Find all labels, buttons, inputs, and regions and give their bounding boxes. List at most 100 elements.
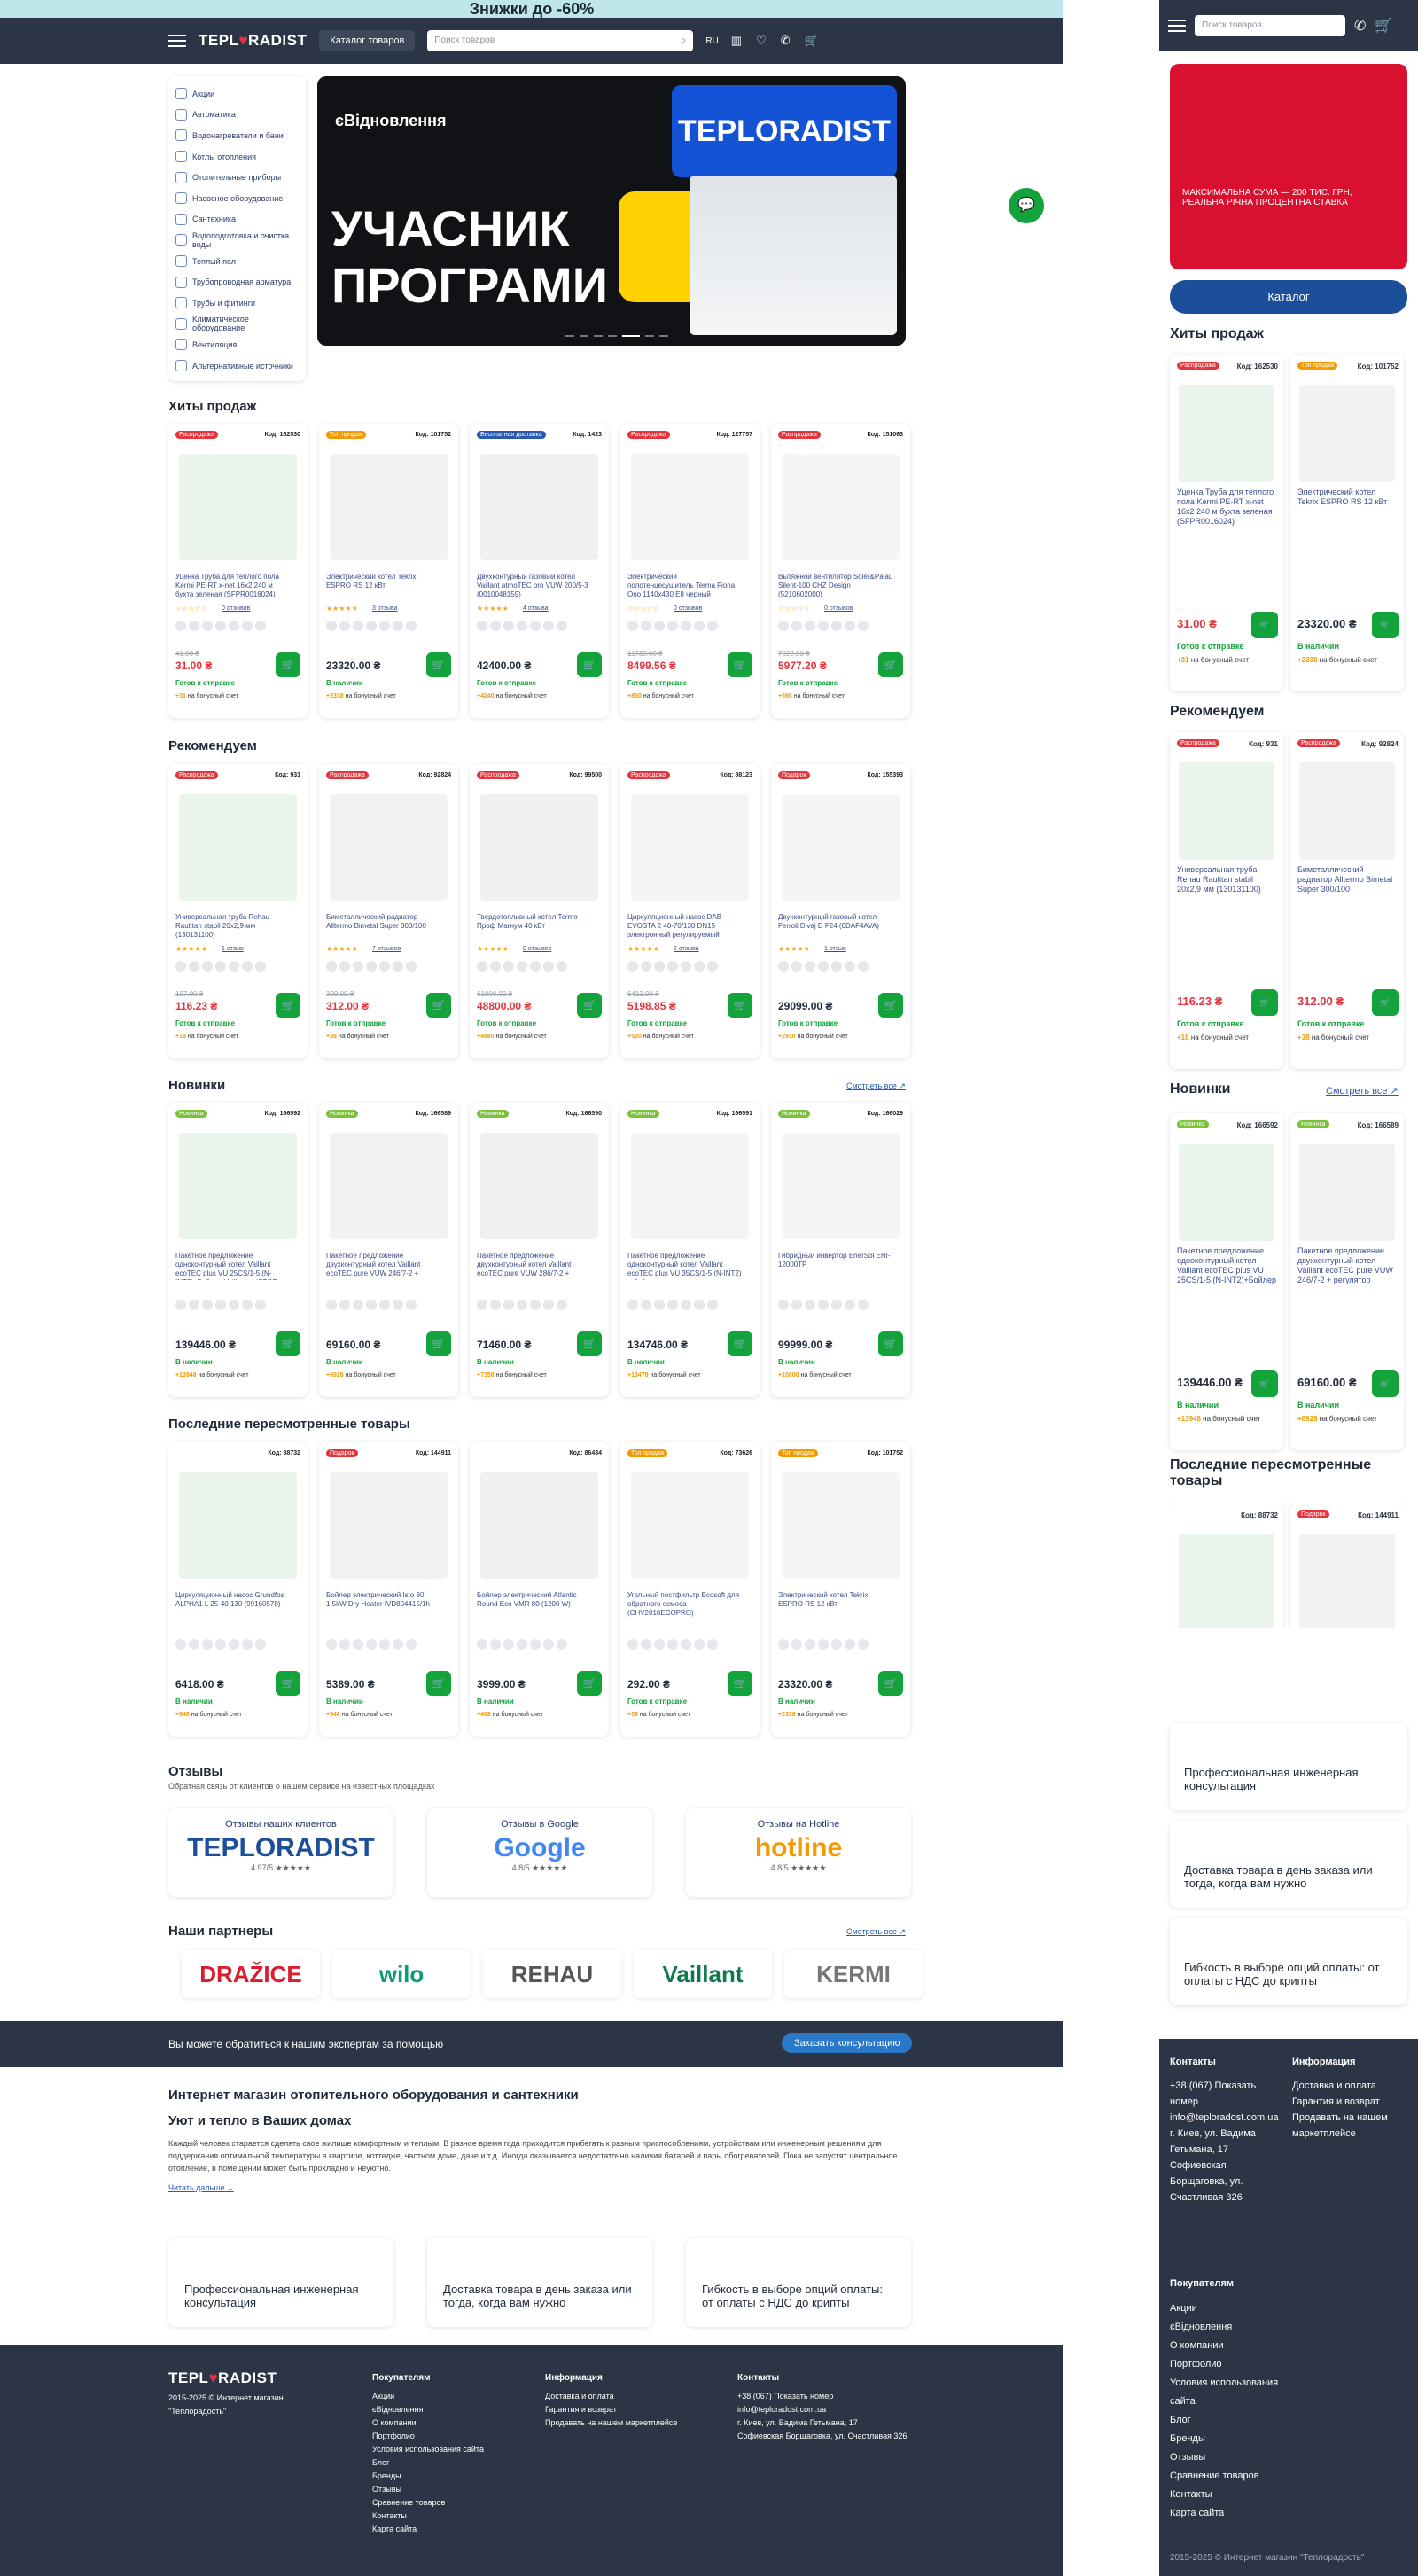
add-to-cart-button[interactable]: 🛒 xyxy=(426,1671,451,1696)
product-image[interactable] xyxy=(330,1133,448,1239)
add-to-cart-button[interactable]: 🛒 xyxy=(728,993,752,1018)
product-image[interactable] xyxy=(1299,1144,1395,1241)
product-name[interactable]: Пакетное предложение одноконтурный котел… xyxy=(627,1252,743,1280)
add-to-cart-button[interactable]: 🛒 xyxy=(577,1331,602,1356)
product-image[interactable] xyxy=(1299,385,1395,482)
product-image[interactable] xyxy=(330,794,448,901)
product-card[interactable]: Подарок Код: 155393 Двухконтурный газовый … xyxy=(771,764,910,1058)
product-name[interactable]: Пакетное предложение одноконтурный котел… xyxy=(1177,1246,1276,1285)
product-name[interactable]: Бойлер электрический Atlantic Round Eco … xyxy=(477,1591,592,1620)
reviews-link[interactable]: 1 отзыв xyxy=(824,946,846,952)
product-name[interactable]: Двухконтурный газовый котел Vaillant atm… xyxy=(477,573,592,601)
footer-contact[interactable]: info@teploradost.com.ua xyxy=(1170,2110,1278,2126)
add-to-cart-button[interactable]: 🛒 xyxy=(878,1331,903,1356)
footer-link[interactable]: Сравнение товаров xyxy=(1170,2467,1294,2486)
add-to-cart-button[interactable]: 🛒 xyxy=(878,1671,903,1696)
product-image[interactable] xyxy=(480,1472,598,1579)
search-icon[interactable]: ⌕ xyxy=(681,34,687,47)
product-name[interactable]: Уценка Труба для теплого пола Kermi PE-R… xyxy=(175,573,291,601)
mobile-search-input[interactable]: Поиск товаров xyxy=(1195,15,1345,36)
footer-link[interactable]: Гарантия и возврат xyxy=(1292,2094,1407,2110)
phone-icon[interactable]: ✆ xyxy=(1354,17,1366,35)
product-image[interactable] xyxy=(782,1133,900,1239)
product-image[interactable] xyxy=(1179,1534,1274,1628)
product-name[interactable]: Твердотопливный котел Termo Проф Магнум … xyxy=(477,913,592,941)
read-more-link[interactable]: Читать дальше ⌄ xyxy=(168,2183,904,2193)
product-name[interactable]: Циркуляционный насос DAB EVOSTA 2 40-70/… xyxy=(627,913,743,941)
product-image[interactable] xyxy=(782,1472,900,1579)
footer-contact[interactable]: г. Киев, ул. Вадима Гетьмана, 17 xyxy=(1170,2126,1267,2158)
sidebar-item[interactable]: Отопительные приборы xyxy=(175,167,299,188)
reviews-link[interactable]: 0 отзывов xyxy=(222,605,250,612)
footer-link[interactable]: Условия использования сайта xyxy=(372,2443,484,2456)
product-card[interactable]: Топ продаж Код: 101752 Электрический котел… xyxy=(771,1442,910,1737)
sidebar-item[interactable]: Трубы и фитинги xyxy=(175,293,299,314)
reviews-link[interactable]: 0 отзывов xyxy=(824,605,853,612)
product-card[interactable]: ПодарокКод: 144911Бойлер электрический I… xyxy=(319,1442,458,1737)
add-to-cart-button[interactable]: 🛒 xyxy=(1251,1370,1278,1397)
footer-contact[interactable]: Софиевская Борщаговка, ул. Счастливая 32… xyxy=(737,2430,907,2443)
add-to-cart-button[interactable]: 🛒 xyxy=(426,652,451,677)
product-image[interactable] xyxy=(631,454,749,560)
product-card[interactable]: Распродажа Код: 88123 Циркуляционный насос… xyxy=(620,764,760,1058)
partner-logo[interactable]: REHAU xyxy=(483,1950,621,1998)
add-to-cart-button[interactable]: 🛒 xyxy=(878,652,903,677)
sidebar-item[interactable]: Климатическое оборудование xyxy=(175,314,299,335)
product-image[interactable] xyxy=(631,1472,749,1579)
add-to-cart-button[interactable]: 🛒 xyxy=(426,1331,451,1356)
footer-link[interactable]: Акции xyxy=(1170,2299,1294,2318)
footer-link[interactable]: Блог xyxy=(372,2456,484,2470)
footer-contact[interactable]: Софиевская Борщаговка, ул. Счастливая 32… xyxy=(1170,2158,1267,2205)
footer-link[interactable]: Доставка и оплата xyxy=(1292,2078,1407,2094)
product-image[interactable] xyxy=(782,454,900,560)
footer-link[interactable]: Акции xyxy=(372,2390,484,2403)
add-to-cart-button[interactable]: 🛒 xyxy=(1372,612,1399,638)
product-image[interactable] xyxy=(330,1472,448,1579)
review-card[interactable]: Отзывы в Google Google 4.8/5 ★★★★★ xyxy=(427,1808,652,1897)
footer-link[interactable]: Отзывы xyxy=(372,2483,484,2496)
footer-link[interactable]: Портфолио xyxy=(372,2430,484,2443)
sidebar-item[interactable]: Автоматика xyxy=(175,105,299,126)
partner-logo[interactable]: wilo xyxy=(332,1950,471,1998)
product-image[interactable] xyxy=(631,794,749,901)
promo-banner[interactable]: Знижки до -60% xyxy=(0,0,1064,18)
product-card[interactable]: Распродажа Код: 151063 Вытяжной вентилятор… xyxy=(771,424,910,718)
add-to-cart-button[interactable]: 🛒 xyxy=(577,1671,602,1696)
reviews-link[interactable]: 4 отзыва xyxy=(523,605,549,612)
product-name[interactable]: Биметаллический радиатор Alltermo Bimeta… xyxy=(326,913,441,941)
cart-icon[interactable]: 🛒 xyxy=(1375,17,1392,35)
product-image[interactable] xyxy=(330,454,448,560)
sidebar-item[interactable]: Теплый пол xyxy=(175,251,299,272)
product-card[interactable]: Распродажа Код: 931 Универсальная труба Re… xyxy=(168,764,308,1058)
compare-icon[interactable]: ▥ xyxy=(731,34,742,48)
chat-icon[interactable]: 💬 xyxy=(1009,188,1044,223)
footer-contact[interactable]: info@teploradost.com.ua xyxy=(737,2403,907,2416)
product-card[interactable]: Распродажа Код: 127757 Электрический полот… xyxy=(620,424,760,718)
product-image[interactable] xyxy=(631,1133,749,1239)
footer-link[interactable]: Доставка и оплата xyxy=(545,2390,677,2403)
footer-link[interactable]: Блог xyxy=(1170,2411,1294,2430)
product-name[interactable]: Уценка Труба для теплого пола Kermi PE-R… xyxy=(1177,488,1276,527)
product-name[interactable]: Электрический котел Tekrix ESPRO RS 12 к… xyxy=(326,573,441,601)
add-to-cart-button[interactable]: 🛒 xyxy=(1251,612,1278,638)
product-card[interactable]: Новинка Код: 166589 Пакетное предложение д… xyxy=(319,1103,458,1397)
footer-link[interactable]: Бренды xyxy=(372,2470,484,2483)
footer-link[interactable]: О компании xyxy=(372,2416,484,2430)
product-card[interactable]: ПодарокКод: 144911Бойлер электрический I… xyxy=(1290,1503,1404,1628)
add-to-cart-button[interactable]: 🛒 xyxy=(276,993,300,1018)
sidebar-item[interactable]: Котлы отопления xyxy=(175,146,299,168)
product-image[interactable] xyxy=(1179,385,1274,482)
product-card[interactable]: Бесплатная доставка Код: 1423 Двухконтурны… xyxy=(470,424,609,718)
product-card[interactable]: Код: 88732Циркуляционный насос Grundfos … xyxy=(1170,1503,1283,1628)
product-card[interactable]: Распродажа Код: 92824 Биметаллический ради… xyxy=(1290,732,1404,1069)
footer-link[interactable]: Отзывы xyxy=(1170,2448,1294,2467)
product-image[interactable] xyxy=(179,1472,297,1579)
see-all-partners-link[interactable]: Смотреть все ↗ xyxy=(846,1927,906,1937)
wishlist-icon[interactable]: ♡ xyxy=(756,34,767,48)
footer-contact[interactable]: г. Киев, ул. Вадима Гетьмана, 17 xyxy=(737,2416,907,2430)
language-select[interactable]: RU xyxy=(705,36,718,46)
add-to-cart-button[interactable]: 🛒 xyxy=(577,652,602,677)
product-image[interactable] xyxy=(480,454,598,560)
product-image[interactable] xyxy=(179,454,297,560)
footer-contact[interactable]: +38 (067) Показать номер xyxy=(737,2390,907,2403)
